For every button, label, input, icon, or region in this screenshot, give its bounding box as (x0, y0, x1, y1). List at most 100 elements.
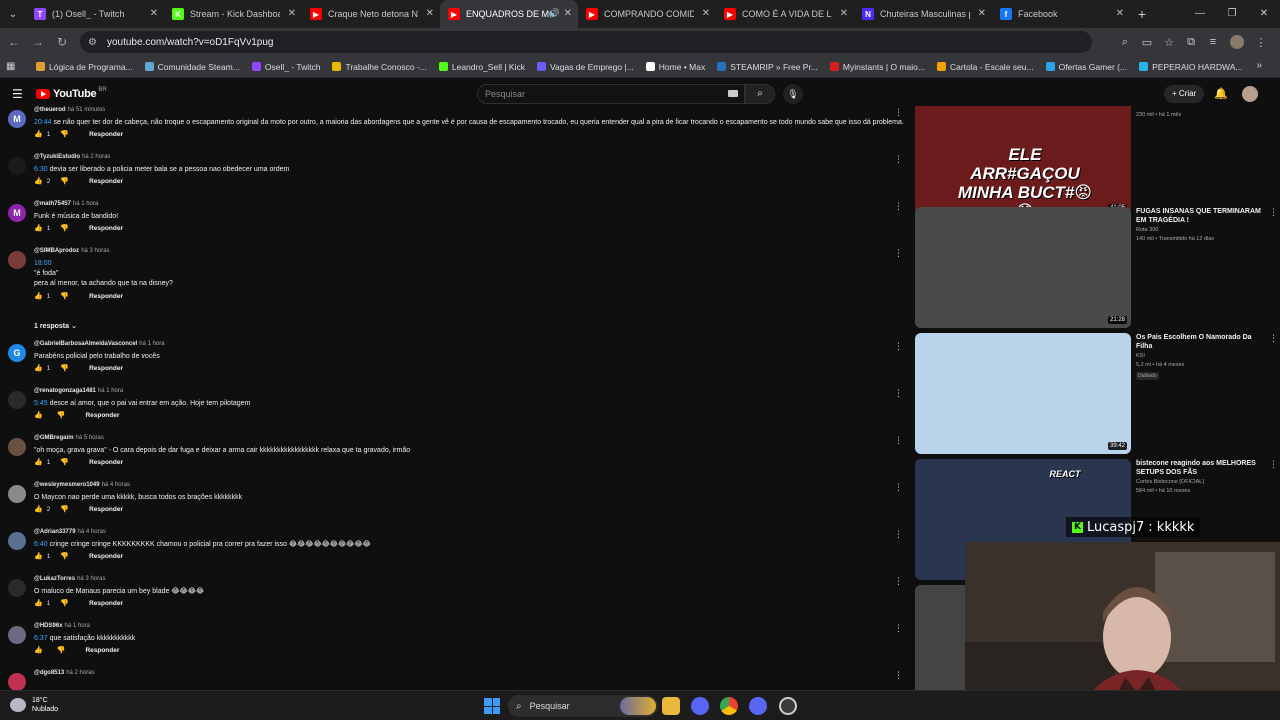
reply-button[interactable]: Responder (85, 647, 119, 654)
like-icon[interactable]: 👍 (34, 177, 43, 185)
tab-close-icon[interactable]: ✕ (1116, 8, 1124, 19)
comment-author[interactable]: @TyzukiEstudio (34, 154, 80, 160)
dislike-icon[interactable]: 👎 (60, 130, 69, 138)
tab-search-icon[interactable]: ⌄ (0, 0, 26, 28)
comment-menu-icon[interactable]: ⋮ (894, 388, 903, 399)
comment-menu-icon[interactable]: ⋮ (894, 529, 903, 540)
dislike-icon[interactable]: 👎 (60, 599, 69, 607)
tab-close-icon[interactable]: ✕ (150, 8, 158, 19)
timestamp-link[interactable]: 18:00 (34, 260, 52, 267)
close-window-icon[interactable]: ✕ (1248, 0, 1280, 28)
dislike-icon[interactable]: 👎 (57, 411, 66, 419)
avatar[interactable] (8, 251, 26, 269)
notifications-bell-icon[interactable]: 🔔 (1214, 87, 1228, 100)
like-icon[interactable]: 👍 (34, 411, 43, 419)
omnibox[interactable]: ⚙ youtube.com/watch?v=oD1FqVv1pug (80, 31, 1092, 53)
channel-name[interactable]: Cortes Bistecone [OFICIAL] (1136, 479, 1204, 485)
avatar[interactable]: M (8, 204, 26, 222)
video-menu-icon[interactable]: ⋮ (1269, 333, 1278, 344)
browser-tab[interactable]: ▶ ENQUADROS DE MOT 🔊 ✕ (440, 0, 578, 28)
avatar[interactable] (8, 157, 26, 175)
dislike-icon[interactable]: 👎 (60, 224, 69, 232)
extensions-icon[interactable]: ⧉ (1180, 36, 1202, 49)
video-menu-icon[interactable]: ⋮ (1269, 207, 1278, 218)
video-menu-icon[interactable]: ⋮ (1269, 459, 1278, 470)
avatar[interactable] (8, 626, 26, 644)
comment-menu-icon[interactable]: ⋮ (894, 154, 903, 165)
comment-menu-icon[interactable]: ⋮ (894, 482, 903, 493)
like-icon[interactable]: 👍 (34, 458, 43, 466)
avatar[interactable] (8, 438, 26, 456)
avatar[interactable] (8, 532, 26, 550)
comment-author[interactable]: @dgo8513 (34, 670, 64, 676)
reply-button[interactable]: Responder (89, 131, 123, 138)
video-title[interactable]: FUGAS INSANAS QUE TERMINARAM EM TRAGÉDIA… (1136, 207, 1266, 225)
comment-menu-icon[interactable]: ⋮ (894, 107, 903, 118)
site-info-icon[interactable]: ⚙ (88, 37, 97, 48)
reply-button[interactable]: Responder (89, 293, 123, 300)
forward-icon[interactable]: → (26, 35, 50, 49)
keyboard-icon[interactable] (728, 90, 738, 97)
bookmarks-overflow-icon[interactable]: » (1256, 60, 1262, 71)
bookmark-star-icon[interactable]: ☆ (1158, 36, 1180, 49)
reply-button[interactable]: Responder (89, 365, 123, 372)
cast-icon[interactable]: ▭ (1136, 36, 1158, 49)
comment-author[interactable]: @GabrielBarbosaAlmeidaVasconcel (34, 341, 137, 347)
like-icon[interactable]: 👍 (34, 599, 43, 607)
new-tab-button[interactable]: + (1130, 6, 1154, 22)
comment-author[interactable]: @math75457 (34, 201, 71, 207)
reply-button[interactable]: Responder (85, 412, 119, 419)
video-thumbnail[interactable]: ELE ARR#GAÇOU MINHA BUCT#😡😱41:05 (915, 106, 1131, 216)
reply-button[interactable]: Responder (89, 600, 123, 607)
comment-author[interactable]: @theuerod (34, 107, 66, 113)
hamburger-menu-icon[interactable]: ☰ (12, 87, 23, 101)
comment-author[interactable]: @HDS96x (34, 623, 63, 629)
zoom-icon[interactable]: ⌕ (1114, 36, 1136, 49)
browser-tab[interactable]: f Facebook ✕ (992, 0, 1130, 28)
tab-close-icon[interactable]: ✕ (426, 8, 434, 19)
bookmark-item[interactable]: Home • Max (645, 62, 705, 72)
minimize-icon[interactable]: — (1184, 0, 1216, 28)
reload-icon[interactable]: ↻ (50, 35, 74, 49)
profile-avatar[interactable] (1230, 35, 1244, 49)
like-icon[interactable]: 👍 (34, 364, 43, 372)
bookmark-item[interactable]: Trabalhe Conosco -... (332, 62, 427, 72)
obs-icon[interactable] (779, 697, 797, 715)
bookmark-item[interactable]: PEPERAIO HARDWA... (1139, 62, 1242, 72)
bookmark-item[interactable]: Lógica de Programa... (36, 62, 133, 72)
avatar[interactable] (8, 391, 26, 409)
back-icon[interactable]: ← (2, 35, 26, 49)
apps-grid-icon[interactable]: ▦ (6, 61, 26, 72)
avatar[interactable] (8, 579, 26, 597)
channel-name[interactable]: KSI (1136, 353, 1145, 359)
account-avatar[interactable] (1242, 86, 1258, 102)
dislike-icon[interactable]: 👎 (60, 292, 69, 300)
dislike-icon[interactable]: 👎 (60, 552, 69, 560)
comment-menu-icon[interactable]: ⋮ (894, 623, 903, 634)
video-thumbnail[interactable]: 21:28 (915, 207, 1131, 328)
comment-menu-icon[interactable]: ⋮ (894, 201, 903, 212)
channel-name[interactable]: Rota 300 (1136, 227, 1158, 233)
dislike-icon[interactable]: 👎 (60, 458, 69, 466)
tab-close-icon[interactable]: ✕ (564, 8, 572, 19)
speaker-icon[interactable]: 🔊 (549, 8, 560, 19)
comment-author[interactable]: @SIMBAprodoz (34, 248, 79, 254)
like-icon[interactable]: 👍 (34, 552, 43, 560)
browser-tab[interactable]: ▶ Craque Neto detona Ney ✕ (302, 0, 440, 28)
search-button[interactable]: ⌕ (745, 84, 775, 104)
avatar[interactable]: M (8, 110, 26, 128)
comment-menu-icon[interactable]: ⋮ (894, 248, 903, 259)
file-explorer-icon[interactable] (662, 697, 680, 715)
video-title[interactable]: bistecone reagindo aos MELHORES SETUPS D… (1136, 459, 1266, 477)
discord-icon[interactable] (691, 697, 709, 715)
comment-menu-icon[interactable]: ⋮ (894, 435, 903, 446)
tab-close-icon[interactable]: ✕ (840, 8, 848, 19)
discord-alt-icon[interactable] (749, 697, 767, 715)
reply-button[interactable]: Responder (89, 225, 123, 232)
tab-close-icon[interactable]: ✕ (288, 8, 296, 19)
comment-menu-icon[interactable]: ⋮ (894, 670, 903, 681)
browser-tab[interactable]: ▶ COMO É A VIDA DE LUXO ✕ (716, 0, 854, 28)
bookmark-item[interactable]: Cartola - Escale seu... (936, 62, 1034, 72)
tab-close-icon[interactable]: ✕ (702, 8, 710, 19)
bookmark-item[interactable]: STEAMRIP » Free Pr... (717, 62, 818, 72)
